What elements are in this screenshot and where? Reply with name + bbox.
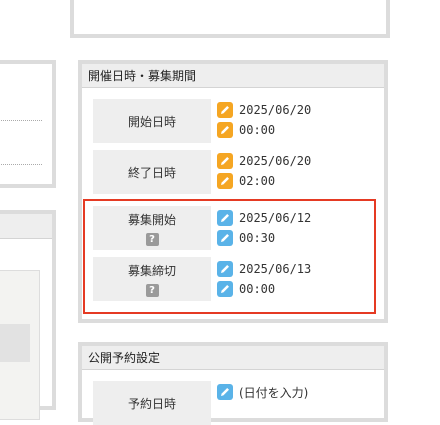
end-date-value: 2025/06/20 (239, 154, 312, 168)
reserve-date-field[interactable]: (日付を入力) (217, 383, 308, 401)
reserve-datetime-label: 予約日時 (127, 396, 176, 411)
end-datetime-label: 終了日時 (127, 165, 176, 180)
start-datetime-label: 開始日時 (127, 114, 176, 129)
pencil-icon[interactable] (217, 384, 233, 400)
end-date-field[interactable]: 2025/06/20 (217, 152, 311, 170)
left-panel-lower (0, 210, 56, 420)
left-panel-upper (0, 60, 56, 188)
end-time-value: 02:00 (239, 174, 276, 188)
divider (0, 120, 42, 121)
start-datetime-row: 開始日時 2025/06/20 00:00 (93, 99, 363, 143)
end-datetime-row: 終了日時 2025/06/20 02:00 (93, 150, 363, 194)
highlight-box (83, 199, 376, 314)
reserve-datetime-label-cell: 予約日時 (93, 381, 211, 425)
reserve-date-placeholder: (日付を入力) (239, 385, 309, 400)
start-time-value: 00:00 (239, 123, 276, 137)
content-block (0, 324, 30, 362)
pencil-icon[interactable] (217, 122, 233, 138)
start-time-field[interactable]: 00:00 (217, 121, 275, 139)
end-datetime-label-cell: 終了日時 (93, 150, 211, 194)
publish-panel-title: 公開予約設定 (82, 346, 384, 370)
top-panel (70, 0, 390, 38)
end-time-field[interactable]: 02:00 (217, 172, 275, 190)
panel-title-bar (0, 214, 52, 239)
pencil-icon[interactable] (217, 173, 233, 189)
reserve-datetime-row: 予約日時 (日付を入力) (93, 381, 363, 425)
schedule-panel-title: 開催日時・募集期間 (82, 64, 384, 88)
pencil-icon[interactable] (217, 153, 233, 169)
start-date-value: 2025/06/20 (239, 103, 312, 117)
start-datetime-label-cell: 開始日時 (93, 99, 211, 143)
divider (0, 164, 42, 165)
publish-panel: 公開予約設定 予約日時 (日付を入力) (78, 342, 388, 425)
start-date-field[interactable]: 2025/06/20 (217, 101, 311, 119)
pencil-icon[interactable] (217, 102, 233, 118)
